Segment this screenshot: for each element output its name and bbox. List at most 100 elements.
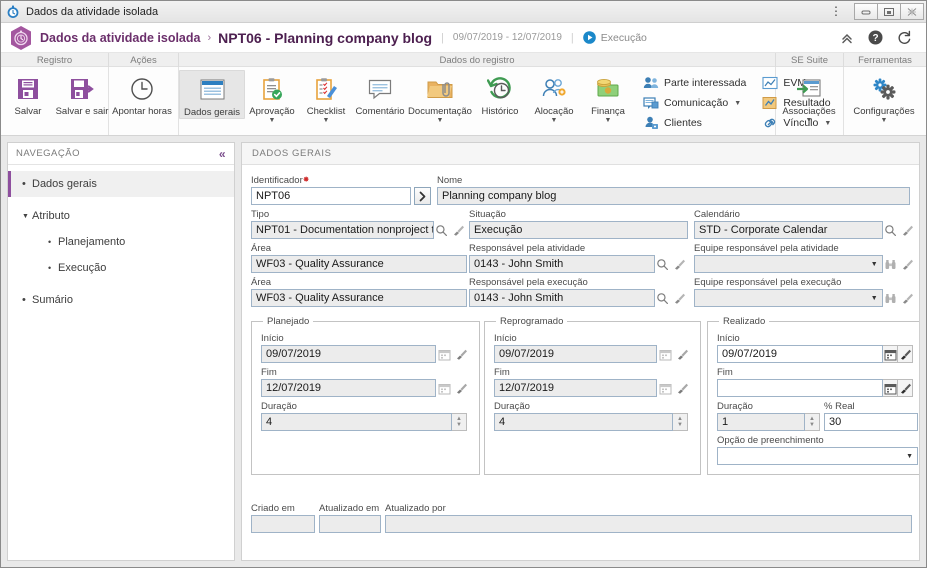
configuracoes-button[interactable]: Configurações ▼ <box>844 70 924 124</box>
calendar-icon[interactable] <box>883 345 898 363</box>
reprogramado-inicio-label: Início <box>494 333 517 344</box>
brush-icon[interactable] <box>671 255 688 273</box>
nome-input[interactable]: Planning company blog <box>437 187 910 205</box>
ribbon-group-dados-registro: Dados gerais Aprovação ▼ Checklist ▼ Com… <box>179 67 831 135</box>
chevron-down-icon[interactable]: ▼ <box>806 117 813 124</box>
chevron-down-icon[interactable]: ▼ <box>269 117 276 124</box>
area-label: Área <box>251 243 272 254</box>
chevron-down-icon[interactable]: ▼ <box>605 117 612 124</box>
historico-button[interactable]: Histórico <box>473 70 527 117</box>
planejado-duracao-stepper[interactable]: ▲ ▼ <box>452 413 467 431</box>
chevron-down-icon[interactable]: ▼ <box>323 117 330 124</box>
save-button-label: Salvar <box>14 106 42 117</box>
communication-icon <box>643 95 659 111</box>
chevron-down-icon[interactable]: ▼ <box>881 117 888 124</box>
chevron-down-icon[interactable]: ▼ <box>734 100 741 107</box>
minimize-button[interactable] <box>854 3 878 20</box>
ribbon-group-label-dados: Dados do registro <box>179 53 776 67</box>
financa-button[interactable]: Finança ▼ <box>581 70 635 124</box>
parte-interessada-item[interactable]: Parte interessada <box>639 73 750 93</box>
chevron-down-icon[interactable]: ▼ <box>437 117 444 124</box>
ribbon-stack-a: Parte interessada Comunicação ▼ Clientes <box>635 70 754 134</box>
calendario-input[interactable]: STD - Corporate Calendar <box>694 221 883 239</box>
maximize-button[interactable] <box>877 3 901 20</box>
binoculars-icon[interactable] <box>883 289 900 307</box>
apontar-horas-button[interactable]: Apontar horas <box>109 70 175 117</box>
sidebar-item-sumario[interactable]: • Sumário <box>8 287 234 313</box>
calendar-icon[interactable] <box>883 379 898 397</box>
breadcrumb-root[interactable]: Dados da atividade isolada <box>40 31 200 45</box>
triangle-down-icon[interactable]: ▼ <box>22 213 32 220</box>
planejado-fim-input: 12/07/2019 <box>261 379 436 397</box>
chevron-up-double-icon[interactable] <box>840 31 854 45</box>
responsavel-execucao-input[interactable]: 0143 - John Smith <box>469 289 655 307</box>
brush-icon[interactable] <box>898 345 913 363</box>
sidebar-item-atributo[interactable]: ▼ Atributo <box>8 203 234 229</box>
page-header: Dados da atividade isolada › NPT06 - Pla… <box>1 23 926 53</box>
tipo-input[interactable]: NPT01 - Documentation nonproject tas <box>251 221 434 239</box>
realizado-fim-input[interactable] <box>717 379 883 397</box>
content-area: NAVEGAÇÃO « • Dados gerais ▼ Atributo • … <box>1 136 926 567</box>
panel-title: DADOS GERAIS <box>242 143 919 165</box>
help-circle-icon[interactable]: ? <box>868 30 883 45</box>
identificador-next-button[interactable] <box>414 187 431 205</box>
area-1-input: WF03 - Quality Assurance <box>251 255 467 273</box>
alocacao-button[interactable]: Alocação ▼ <box>527 70 581 124</box>
binoculars-icon[interactable] <box>883 255 900 273</box>
save-button[interactable]: Salvar <box>1 70 55 117</box>
refresh-icon[interactable] <box>897 30 912 45</box>
brush-icon[interactable] <box>671 289 688 307</box>
search-icon[interactable] <box>655 289 672 307</box>
search-icon[interactable] <box>883 221 900 239</box>
status-badge: Execução <box>582 31 647 44</box>
close-button[interactable] <box>900 3 924 20</box>
chevron-left-double-icon[interactable]: « <box>219 148 226 160</box>
equipe-atividade-select[interactable]: ▼ <box>694 255 883 273</box>
dados-gerais-button[interactable]: Dados gerais <box>179 70 245 119</box>
clientes-item[interactable]: Clientes <box>639 113 750 133</box>
brush-icon[interactable] <box>898 379 913 397</box>
kebab-menu-icon[interactable]: ⋮ <box>825 5 847 17</box>
ribbon-group-acoes: Apontar horas <box>109 67 179 135</box>
brush-icon[interactable] <box>450 221 467 239</box>
identificador-input[interactable]: NPT06 <box>251 187 411 205</box>
percent-real-label: % Real <box>824 401 855 412</box>
chevron-down-icon[interactable]: ▼ <box>871 295 878 302</box>
equipe-execucao-select[interactable]: ▼ <box>694 289 883 307</box>
aprovacao-button[interactable]: Aprovação ▼ <box>245 70 299 124</box>
realizado-inicio-input[interactable]: 09/07/2019 <box>717 345 883 363</box>
documentacao-button[interactable]: Documentação ▼ <box>407 70 473 124</box>
sidebar-item-dados-gerais[interactable]: • Dados gerais <box>8 171 234 197</box>
responsavel-atividade-input[interactable]: 0143 - John Smith <box>469 255 655 273</box>
comentario-button[interactable]: Comentário <box>353 70 407 117</box>
associacoes-button[interactable]: Associações ▼ <box>776 70 842 124</box>
chevron-down-icon[interactable]: ▼ <box>871 261 878 268</box>
opcao-preenchimento-label: Opção de preenchimento <box>717 435 824 446</box>
brush-icon[interactable] <box>899 221 916 239</box>
sidebar-item-planejamento[interactable]: • Planejamento <box>8 229 234 255</box>
row-tipo-situacao-calendario: Tipo NPT01 - Documentation nonproject ta… <box>251 209 914 239</box>
header-divider-2: | <box>570 31 574 44</box>
comunicacao-label: Comunicação <box>664 97 729 109</box>
configuracoes-label: Configurações <box>853 106 915 117</box>
navigation-title: NAVEGAÇÃO <box>16 148 80 159</box>
search-icon[interactable] <box>434 221 451 239</box>
checklist-button[interactable]: Checklist ▼ <box>299 70 353 124</box>
opcao-preenchimento-select[interactable]: ▼ <box>717 447 918 465</box>
header-date-range: 09/07/2019 - 12/07/2019 <box>452 32 562 43</box>
brush-icon[interactable] <box>899 255 916 273</box>
chevron-down-icon[interactable]: ▼ <box>906 453 913 460</box>
reprogramado-duracao-stepper[interactable]: ▲ ▼ <box>673 413 688 431</box>
comunicacao-item[interactable]: Comunicação ▼ <box>639 93 750 113</box>
row-area-resp-atividade: Área WF03 - Quality Assurance Responsáve… <box>251 243 914 273</box>
search-icon[interactable] <box>655 255 672 273</box>
brush-icon[interactable] <box>899 289 916 307</box>
chevron-down-icon[interactable]: ▼ <box>551 117 558 124</box>
save-and-exit-button[interactable]: Salvar e sair <box>55 70 109 117</box>
clients-icon <box>643 115 659 131</box>
sidebar-item-execucao[interactable]: • Execução <box>8 255 234 281</box>
planejado-duracao-input: 4 <box>261 413 452 431</box>
realizado-duracao-stepper[interactable]: ▲ ▼ <box>805 413 820 431</box>
money-icon <box>595 74 622 104</box>
percent-real-input[interactable]: 30 <box>824 413 918 431</box>
